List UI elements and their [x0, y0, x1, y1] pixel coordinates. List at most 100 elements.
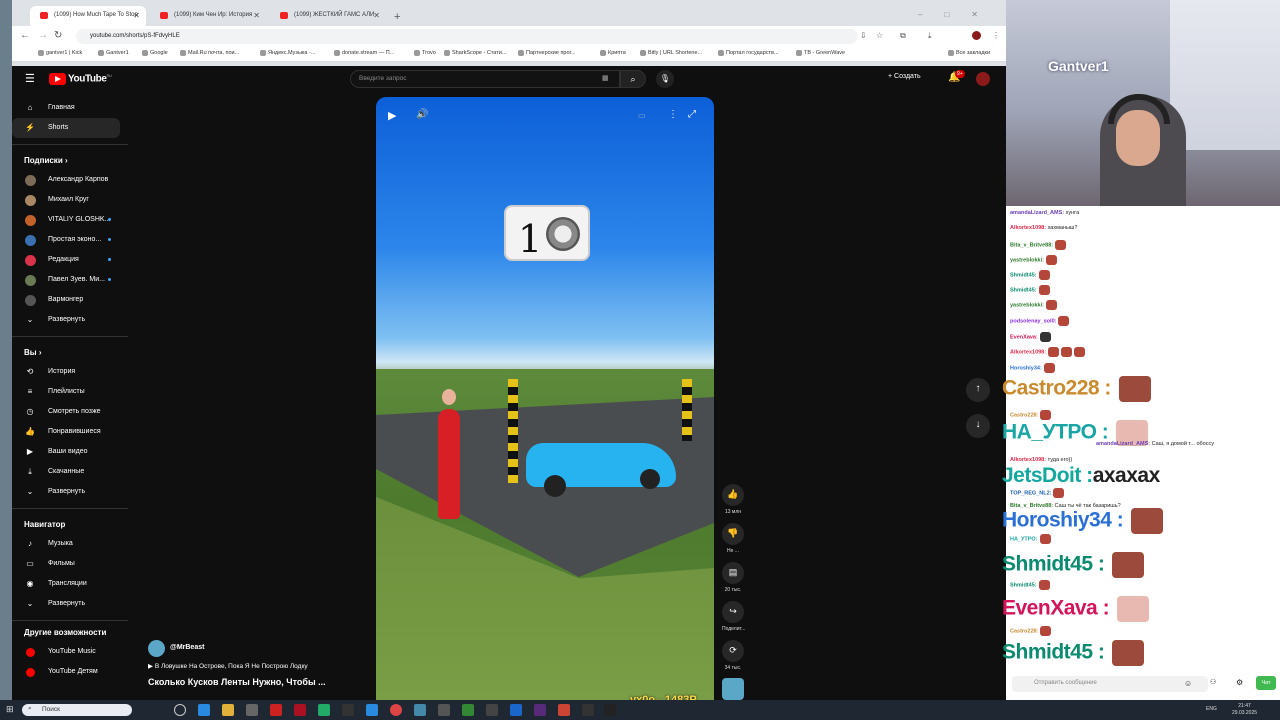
- bookmark-item[interactable]: TB - GreenWave: [796, 50, 845, 56]
- bookmark-item[interactable]: Партнерские прог...: [518, 50, 575, 56]
- app-icon[interactable]: [270, 704, 282, 716]
- sidebar-item-liked[interactable]: 👍 Понравившиеся: [12, 422, 120, 442]
- sidebar-item-music[interactable]: ♪ Музыка: [12, 534, 120, 554]
- app-icon[interactable]: [486, 704, 498, 716]
- file-explorer-icon[interactable]: [222, 704, 234, 716]
- youtube-logo-text[interactable]: YouTubeRU: [68, 73, 112, 84]
- bookmark-item[interactable]: Портал государств...: [718, 50, 779, 56]
- edge-icon[interactable]: [198, 704, 210, 716]
- bookmark-item[interactable]: SharkScope - Стати...: [444, 50, 506, 56]
- play-icon[interactable]: ▶: [388, 109, 396, 122]
- chrome-icon[interactable]: [390, 704, 402, 716]
- bookmark-item[interactable]: donate.stream — П...: [334, 50, 394, 56]
- share-button[interactable]: ↪ Поделит...: [722, 601, 745, 632]
- sidebar-channel[interactable]: Михаил Круг: [12, 190, 120, 210]
- app-icon[interactable]: [582, 704, 594, 716]
- volume-icon[interactable]: 🔊: [416, 109, 428, 120]
- dislike-button[interactable]: 👎 Не ...: [722, 523, 744, 554]
- create-button[interactable]: + Создать: [888, 73, 921, 80]
- profile-avatar[interactable]: [972, 31, 981, 40]
- chat-settings-gear-icon[interactable]: ⚙: [1236, 678, 1243, 687]
- sidebar-channel[interactable]: Александр Карпов: [12, 170, 120, 190]
- sidebar-item-downloads[interactable]: ⤓ Скачанные: [12, 462, 120, 482]
- forward-icon[interactable]: →: [38, 30, 48, 41]
- remix-button[interactable]: ⟳ 34 тыс.: [722, 640, 744, 671]
- start-windows-icon[interactable]: ⊞: [6, 704, 14, 715]
- you-header[interactable]: Вы ›: [24, 348, 42, 357]
- suggested-video-link[interactable]: ▶ В Ловушке На Острове, Пока Я Не Постро…: [148, 662, 308, 670]
- comments-button[interactable]: ▤ 20 тыс.: [722, 562, 744, 593]
- bookmark-item[interactable]: Яндекс.Музыка -...: [260, 50, 315, 56]
- new-tab-button[interactable]: +: [394, 11, 400, 23]
- app-icon[interactable]: [534, 704, 546, 716]
- fullscreen-icon[interactable]: ⤢: [688, 109, 696, 120]
- app-icon[interactable]: [294, 704, 306, 716]
- keyboard-icon[interactable]: ▦: [602, 74, 609, 82]
- tab[interactable]: (1099) ЖЕСТКИЙ ГАМС АЛИ ✕: [270, 6, 386, 26]
- captions-icon[interactable]: ▭: [638, 111, 646, 120]
- channel-avatar[interactable]: [148, 640, 165, 657]
- subscriptions-header[interactable]: Подписки ›: [24, 156, 68, 165]
- sound-thumbnail[interactable]: [722, 678, 744, 700]
- app-icon[interactable]: [342, 704, 354, 716]
- sidebar-item-playlists[interactable]: ≡ Плейлисты: [12, 382, 120, 402]
- bookmark-item[interactable]: gantver1 | Kick: [38, 50, 82, 56]
- app-icon[interactable]: [604, 704, 616, 716]
- app-icon[interactable]: [438, 704, 450, 716]
- task-view-icon[interactable]: [174, 704, 186, 716]
- back-icon[interactable]: ←: [20, 30, 30, 41]
- window-controls[interactable]: –□✕: [918, 10, 1000, 19]
- chat-message-input[interactable]: Отправить сообщение: [1012, 676, 1208, 692]
- extensions-icon[interactable]: ⧉: [900, 31, 906, 41]
- sidebar-channel[interactable]: Редакция: [12, 250, 120, 270]
- expand-you[interactable]: ⌄ Развернуть: [12, 482, 120, 502]
- sidebar-item-youtube-music[interactable]: YouTube Music: [12, 642, 120, 662]
- bookmark-item[interactable]: Все закладки: [948, 50, 990, 56]
- sidebar-item-watch-later[interactable]: ◷ Смотреть позже: [12, 402, 120, 422]
- sidebar-item-movies[interactable]: ▭ Фильмы: [12, 554, 120, 574]
- app-icon[interactable]: [366, 704, 378, 716]
- search-input[interactable]: Введите запрос: [350, 70, 620, 88]
- youtube-logo-icon[interactable]: [49, 73, 66, 85]
- app-icon[interactable]: [318, 704, 330, 716]
- chat-send-button[interactable]: Чат: [1256, 676, 1276, 690]
- menu-hamburger-icon[interactable]: ☰: [25, 72, 35, 85]
- browser-menu-icon[interactable]: ⋮: [992, 31, 1000, 40]
- download-icon[interactable]: ⤓: [928, 31, 932, 41]
- bookmark-item[interactable]: Trovo: [414, 50, 436, 56]
- url-field[interactable]: youtube.com/shorts/pS-fFdvyHLE: [76, 29, 858, 44]
- system-clock[interactable]: 21:47 29.03.2025: [1232, 703, 1257, 717]
- tab[interactable]: (1099) Ким Чен Ир: История ✕: [150, 6, 266, 26]
- app-icon[interactable]: [246, 704, 258, 716]
- bookmark-item[interactable]: Gantver1: [98, 50, 129, 56]
- bookmark-item[interactable]: Mail.Ru почта, пои...: [180, 50, 239, 56]
- bookmark-item[interactable]: Крипта: [600, 50, 626, 56]
- sidebar-item-live[interactable]: ◉ Трансляции: [12, 574, 120, 594]
- sidebar-channel[interactable]: VITALIY GLOSHK...: [12, 210, 120, 230]
- previous-short-button[interactable]: ↑: [966, 378, 990, 402]
- reload-icon[interactable]: ↻: [54, 30, 62, 41]
- close-tab-icon[interactable]: ✕: [253, 11, 260, 20]
- sidebar-item-your-videos[interactable]: ▶ Ваши видео: [12, 442, 120, 462]
- like-button[interactable]: 👍 13 млн: [722, 484, 744, 515]
- expand-navigator[interactable]: ⌄ Развернуть: [12, 594, 120, 614]
- bookmark-item[interactable]: Bitly | URL Shortene...: [640, 50, 702, 56]
- expand-subscriptions[interactable]: ⌄ Развернуть: [12, 310, 120, 330]
- account-avatar[interactable]: [976, 72, 990, 86]
- sidebar-item-shorts[interactable]: ⚡ Shorts: [12, 118, 120, 138]
- bookmark-star-icon[interactable]: ☆: [876, 31, 883, 40]
- sidebar-item-home[interactable]: ⌂ Главная: [12, 98, 120, 118]
- app-icon[interactable]: [558, 704, 570, 716]
- app-icon[interactable]: [510, 704, 522, 716]
- sidebar-channel[interactable]: Простая эконо...: [12, 230, 120, 250]
- sidebar-item-youtube-kids[interactable]: YouTube Детям: [12, 662, 120, 682]
- channel-name[interactable]: @MrBeast: [170, 644, 204, 651]
- close-tab-icon[interactable]: ✕: [373, 11, 380, 20]
- language-indicator[interactable]: ENG: [1206, 706, 1217, 712]
- emote-picker-icon[interactable]: ☺: [1184, 679, 1192, 688]
- tab-active[interactable]: (1099) How Much Tape To Stop ✕: [30, 6, 146, 26]
- next-short-button[interactable]: ↓: [966, 414, 990, 438]
- sidebar-channel[interactable]: Вармонгер: [12, 290, 120, 310]
- more-options-icon[interactable]: ⋮: [668, 109, 678, 120]
- install-icon[interactable]: ⇩: [860, 31, 867, 40]
